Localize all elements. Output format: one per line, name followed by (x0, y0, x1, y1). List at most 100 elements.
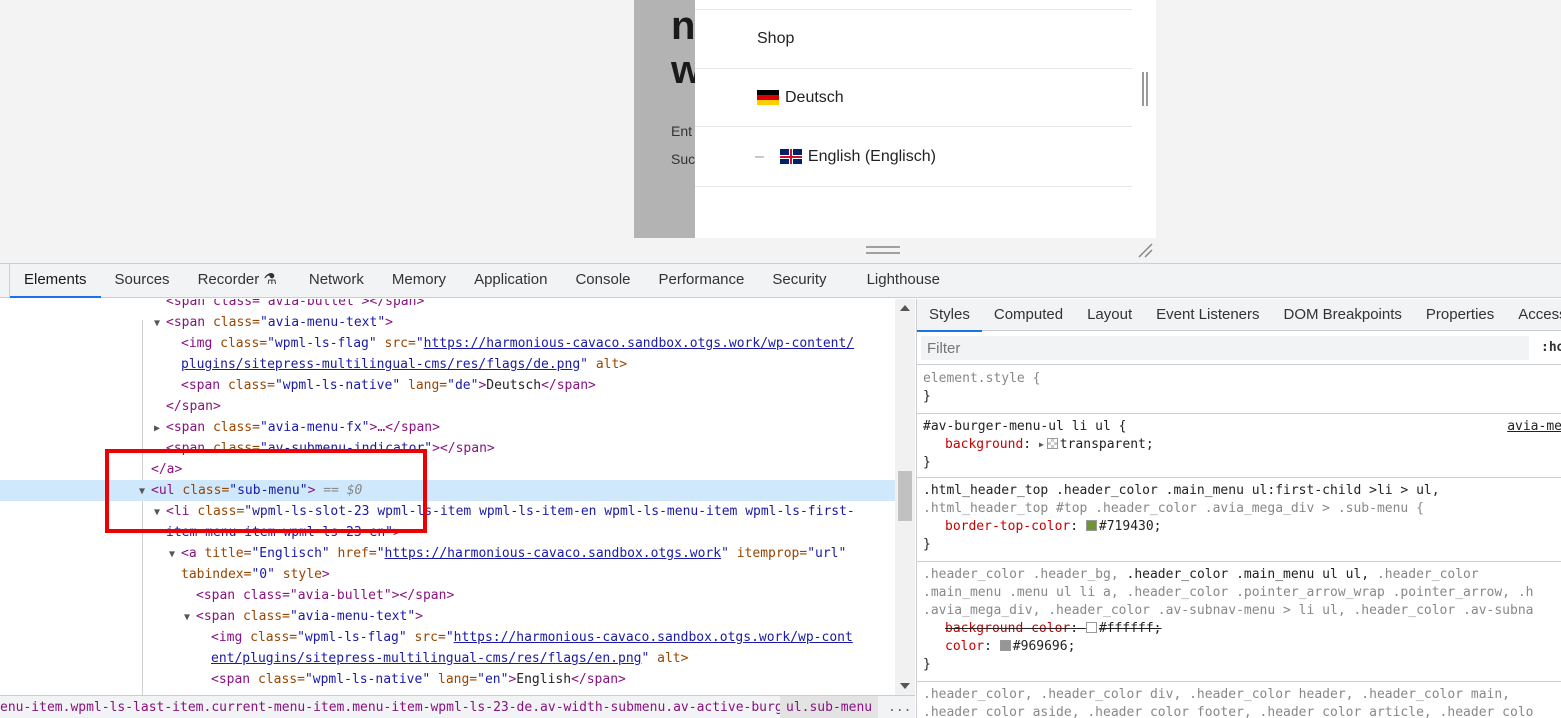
menu-item-deutsch[interactable]: Deutsch (695, 69, 1132, 127)
elements-scrollbar[interactable] (895, 299, 915, 695)
tab-console[interactable]: Console (561, 263, 644, 297)
breadcrumb: enu-item.wpml-ls-last-item.current-menu-… (0, 695, 915, 718)
dom-link[interactable]: https://harmonious-cavaco.sandbox.otgs.w… (424, 336, 854, 351)
tab-properties[interactable]: Properties (1414, 299, 1506, 331)
rule-property[interactable]: border-top-color: #719430; (917, 518, 1561, 536)
expand-triangle-icon[interactable]: ▶ (154, 418, 166, 439)
color-swatch[interactable] (1085, 520, 1097, 531)
tab-security[interactable]: Security (758, 263, 840, 297)
menu-item-shop[interactable]: Shop (695, 10, 1132, 69)
styles-filter-input[interactable] (921, 336, 1529, 360)
dom-line[interactable]: plugins/sitepress-multilingual-cms/res/f… (0, 354, 895, 375)
scroll-down-icon[interactable] (900, 683, 910, 689)
dom-line[interactable]: <span class="wpml-ls-native" lang="de">D… (0, 375, 895, 396)
dom-tag: <span (211, 672, 258, 687)
rule-close: } (923, 657, 931, 672)
highlight-annotation-box (105, 449, 427, 533)
rule-selector: .html_header_top .header_color .main_men… (923, 483, 1440, 498)
resize-corner-icon[interactable] (1137, 242, 1153, 258)
dom-val: "wpml-ls-native" (304, 672, 431, 687)
tab-memory[interactable]: Memory (378, 263, 460, 297)
dom-line[interactable]: <span class="wpml-ls-native" lang="en">E… (0, 669, 895, 690)
rule-source-link[interactable]: avia-me (1507, 418, 1561, 436)
property-name: background (945, 437, 1024, 452)
dom-tag: > (385, 315, 393, 330)
tab-sources[interactable]: Sources (101, 263, 184, 297)
dom-val: "avia-menu-fx" (259, 420, 370, 435)
dom-attr: lang= (430, 672, 478, 687)
dom-attr: href= (329, 546, 377, 561)
rule-selector: .avia_mega_div, .header_color .av-subnav… (923, 603, 1534, 618)
breadcrumb-item-active[interactable]: ul.sub-menu (780, 696, 879, 718)
dom-tag: > (321, 567, 330, 582)
dom-line[interactable]: <img class="wpml-ls-flag" src="https://h… (0, 627, 895, 648)
site-text-line-2: Suc (671, 151, 695, 167)
device-resize-handle[interactable] (866, 246, 900, 254)
dom-link[interactable]: https://harmonious-cavaco.sandbox.otgs.w… (385, 546, 722, 561)
breadcrumb-item[interactable]: enu-item.wpml-ls-last-item.current-menu-… (0, 696, 845, 718)
expand-triangle-icon[interactable]: ▼ (169, 544, 181, 565)
tab-application[interactable]: Application (460, 263, 561, 297)
dom-tag: </span> (541, 378, 596, 393)
rule-selector-line: .header_color .header_bg, .header_color … (917, 566, 1561, 584)
style-rule-element: element.style { } (917, 366, 1561, 414)
tab-recorder[interactable]: Recorder ⚗ (184, 263, 291, 297)
tab-elements[interactable]: Elements (10, 263, 101, 298)
dom-line[interactable]: <span class="avia-bullet"></span> (0, 299, 895, 312)
browser-viewport: n w Ent Suc Shop Deutsch – English (Engl… (0, 0, 1561, 263)
dom-attr: title= (204, 546, 252, 561)
color-swatch[interactable] (1046, 438, 1058, 449)
menu-item-english[interactable]: – English (Englisch) (695, 127, 1132, 187)
submenu-dash: – (755, 147, 764, 165)
dom-line[interactable]: ent/plugins/sitepress-multilingual-cms/r… (0, 648, 895, 669)
tab-accessibility[interactable]: Accessib (1506, 299, 1561, 331)
dom-link[interactable]: https://harmonious-cavaco.sandbox.otgs.w… (454, 630, 853, 645)
dom-attr: itemprop= (728, 546, 808, 561)
dom-line[interactable]: </span> (0, 396, 895, 417)
scrollbar-thumb[interactable] (898, 471, 912, 521)
dom-line[interactable]: <span class="avia-bullet"></span> (0, 585, 895, 606)
filter-row: :ho (917, 332, 1561, 365)
dom-tag: <a (181, 546, 205, 561)
dom-line[interactable]: tabindex="0" style> (0, 564, 895, 585)
dom-line[interactable]: ▼ <a title="Englisch" href="https://harmo… (0, 543, 895, 564)
dom-line[interactable]: ▼ <span class="avia-menu-text"> (0, 606, 895, 627)
devtools-tabs: Elements Sources Recorder ⚗ Network Memo… (0, 263, 1561, 298)
dom-line[interactable]: ▼ <span class="avia-menu-text"> (0, 312, 895, 333)
breadcrumb-more[interactable]: ... (888, 696, 911, 718)
scroll-up-icon[interactable] (900, 305, 910, 311)
tab-dom-breakpoints[interactable]: DOM Breakpoints (1272, 299, 1414, 331)
scroll-indicator[interactable] (1142, 72, 1148, 106)
menu-item-previous[interactable] (695, 0, 1132, 10)
dom-line[interactable]: ▶ <span class="avia-menu-fx">…</span> (0, 417, 895, 438)
tab-performance[interactable]: Performance (645, 263, 759, 297)
tab-computed[interactable]: Computed (982, 299, 1075, 331)
expand-triangle-icon[interactable]: ▼ (184, 607, 196, 628)
dom-tag: <span (166, 420, 213, 435)
hover-state-toggle[interactable]: :ho (1541, 340, 1561, 355)
rule-selector: .header_color aside, .header_color foote… (923, 705, 1534, 718)
color-swatch[interactable] (999, 640, 1011, 651)
dom-tag: <span (181, 378, 228, 393)
rule-property[interactable]: background: ▶ transparent; (917, 436, 1561, 454)
tab-event-listeners[interactable]: Event Listeners (1144, 299, 1271, 331)
expand-shorthand-icon[interactable]: ▶ (1039, 436, 1044, 454)
menu-item-english-label: English (Englisch) (807, 147, 936, 165)
color-swatch[interactable] (1085, 622, 1097, 633)
property-name: background-color (945, 621, 1071, 636)
rule-property-overridden[interactable]: background-color: #ffffff; (917, 620, 1561, 638)
tab-lighthouse[interactable]: Lighthouse (841, 263, 954, 297)
site-heading: n w (671, 4, 695, 92)
dom-line[interactable]: <img class="wpml-ls-flag" src="https://h… (0, 333, 895, 354)
tab-styles[interactable]: Styles (917, 299, 982, 332)
tab-layout[interactable]: Layout (1075, 299, 1144, 331)
dom-link[interactable]: ent/plugins/sitepress-multilingual-cms/r… (211, 651, 641, 666)
device-frame: n w Ent Suc Shop Deutsch – English (Engl… (634, 0, 1156, 238)
dom-link[interactable]: plugins/sitepress-multilingual-cms/res/f… (181, 357, 580, 372)
dom-attr: class= (220, 336, 268, 351)
rule-property[interactable]: color: #969696; (917, 638, 1561, 656)
rule-selector: .main_menu .menu ul li a, .header_color … (923, 585, 1534, 600)
tab-network[interactable]: Network (291, 263, 378, 297)
rule-close: } (923, 389, 931, 404)
expand-triangle-icon[interactable]: ▼ (154, 313, 166, 334)
